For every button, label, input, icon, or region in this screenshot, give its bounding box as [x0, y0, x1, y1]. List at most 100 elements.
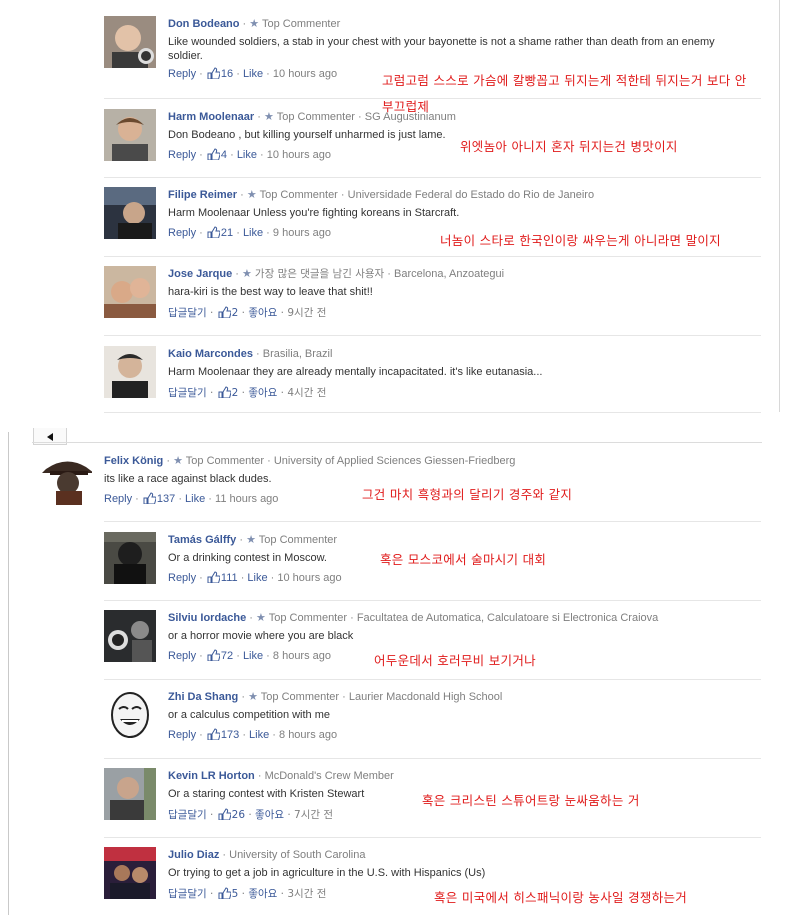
- comment-separator: [104, 177, 761, 178]
- like-count[interactable]: 111: [221, 572, 238, 584]
- like-link[interactable]: 좋아요: [255, 809, 284, 821]
- timestamp: 4시간 전: [287, 387, 327, 399]
- commenter-name[interactable]: Kevin LR Horton: [168, 770, 255, 782]
- reply-link[interactable]: 답글달기: [168, 888, 207, 900]
- star-icon: ★: [263, 111, 274, 123]
- commenter-name[interactable]: Filipe Reimer: [168, 189, 237, 201]
- like-count[interactable]: 72: [221, 650, 233, 662]
- avatar[interactable]: [104, 266, 156, 318]
- timestamp: 9 hours ago: [272, 227, 332, 239]
- like-link[interactable]: Like: [247, 572, 267, 584]
- comment-separator: [104, 256, 761, 257]
- thumbs-up-icon: [207, 67, 220, 79]
- commenter-name[interactable]: Harm Moolenaar: [168, 111, 254, 123]
- like-link[interactable]: 좋아요: [248, 387, 277, 399]
- comments-panel-1: Don Bodeano · ★ Top Commenter Like wound…: [0, 0, 786, 416]
- commenter-name[interactable]: Felix König: [104, 455, 163, 467]
- translation-annotation: 너놈이 스타로 한국인이랑 싸우는게 아니라면 말이지: [440, 233, 721, 248]
- thumbs-up-icon: [207, 226, 220, 238]
- reply-link[interactable]: Reply: [168, 227, 196, 239]
- commenter-name[interactable]: Don Bodeano: [168, 18, 240, 30]
- commenter-name[interactable]: Kaio Marcondes: [168, 348, 253, 360]
- reply-link[interactable]: Reply: [168, 729, 196, 741]
- reply-link[interactable]: 답글달기: [168, 307, 207, 319]
- reply-link[interactable]: 답글달기: [168, 387, 207, 399]
- translation-annotation: 어두운데서 호러무비 보기거나: [374, 653, 536, 668]
- comment-separator: [104, 679, 761, 680]
- commenter-affiliation[interactable]: Laurier Macdonald High School: [349, 691, 502, 703]
- commenter-name[interactable]: Tamás Gálffy: [168, 534, 236, 546]
- comment-text: or a horror movie where you are black: [168, 630, 354, 642]
- comment-separator: [104, 837, 761, 838]
- commenter-affiliation[interactable]: Brasilia, Brazil: [263, 348, 333, 360]
- avatar[interactable]: [40, 453, 92, 505]
- comment-separator: [104, 335, 761, 336]
- avatar[interactable]: [104, 16, 156, 68]
- reply-item: Zhi Da Shang · ★ Top Commenter · Laurier…: [104, 689, 764, 749]
- panel-top-divider: [32, 442, 762, 443]
- timestamp: 10 hours ago: [277, 572, 342, 584]
- like-count[interactable]: 137: [157, 493, 175, 505]
- like-link[interactable]: Like: [185, 493, 205, 505]
- commenter-badge: 가장 많은 댓글을 남긴 사용자: [254, 268, 385, 280]
- avatar[interactable]: [104, 346, 156, 398]
- commenter-name[interactable]: Silviu Iordache: [168, 612, 246, 624]
- like-count[interactable]: 2: [232, 307, 239, 319]
- timestamp: 7시간 전: [294, 809, 334, 821]
- like-link[interactable]: 좋아요: [248, 888, 277, 900]
- avatar[interactable]: [104, 532, 156, 584]
- avatar[interactable]: [104, 847, 156, 899]
- comment-separator: [104, 98, 761, 99]
- like-count[interactable]: 21: [221, 227, 233, 239]
- thumbs-up-icon: [143, 492, 156, 504]
- like-count[interactable]: 16: [221, 68, 233, 80]
- comment-text: or a calculus competition with me: [168, 709, 331, 721]
- translation-annotation: 혹은 모스코에서 술마시기 대회: [380, 552, 547, 567]
- reply-link[interactable]: Reply: [168, 68, 196, 80]
- avatar[interactable]: [104, 689, 156, 741]
- like-count[interactable]: 173: [221, 729, 239, 741]
- avatar[interactable]: [104, 109, 156, 161]
- commenter-affiliation[interactable]: SG Augustinianum: [365, 111, 456, 123]
- avatar[interactable]: [104, 187, 156, 239]
- star-icon: ★: [246, 189, 257, 201]
- comments-panel-2: Felix König · ★ Top Commenter · Universi…: [0, 428, 786, 915]
- reply-link[interactable]: 답글달기: [168, 809, 207, 821]
- like-count[interactable]: 4: [221, 149, 227, 161]
- reply-link[interactable]: Reply: [168, 650, 196, 662]
- reply-link[interactable]: Reply: [168, 572, 196, 584]
- commenter-affiliation[interactable]: University of South Carolina: [229, 849, 365, 861]
- star-icon: ★: [246, 534, 256, 546]
- like-count[interactable]: 2: [232, 387, 239, 399]
- translation-annotation: 혹은 크리스틴 스튜어트랑 눈싸움하는 거: [422, 793, 640, 808]
- commenter-badge: Top Commenter: [262, 18, 341, 30]
- reply-link[interactable]: Reply: [168, 149, 196, 161]
- commenter-affiliation[interactable]: University of Applied Sciences Giessen-F…: [274, 455, 516, 467]
- thumbs-up-icon: [218, 306, 231, 318]
- like-link[interactable]: Like: [243, 227, 263, 239]
- like-link[interactable]: Like: [243, 68, 263, 80]
- commenter-name[interactable]: Zhi Da Shang: [168, 691, 238, 703]
- avatar[interactable]: [104, 768, 156, 820]
- star-icon: ★: [173, 455, 183, 467]
- like-link[interactable]: Like: [237, 149, 257, 161]
- timestamp: 10 hours ago: [272, 68, 338, 80]
- commenter-name[interactable]: Julio Diaz: [168, 849, 219, 861]
- comment-text: Harm Moolenaar they are already mentally…: [168, 366, 543, 378]
- like-count[interactable]: 26: [232, 809, 245, 821]
- commenter-name[interactable]: Jose Jarque: [168, 268, 232, 280]
- like-link[interactable]: Like: [249, 729, 269, 741]
- reply-link[interactable]: Reply: [104, 493, 132, 505]
- like-link[interactable]: Like: [243, 650, 263, 662]
- commenter-affiliation[interactable]: Universidade Federal do Estado do Rio de…: [348, 189, 594, 201]
- avatar[interactable]: [104, 610, 156, 662]
- star-icon: ★: [249, 18, 260, 30]
- commenter-affiliation[interactable]: Facultatea de Automatica, Calculatoare s…: [357, 612, 658, 624]
- commenter-affiliation[interactable]: McDonald's Crew Member: [265, 770, 394, 782]
- thumbs-up-icon: [207, 571, 220, 583]
- commenter-badge: Top Commenter: [268, 612, 348, 624]
- commenter-affiliation[interactable]: Barcelona, Anzoategui: [394, 268, 504, 280]
- like-link[interactable]: 좋아요: [248, 307, 277, 319]
- commenter-badge: Top Commenter: [185, 455, 265, 467]
- like-count[interactable]: 5: [232, 888, 239, 900]
